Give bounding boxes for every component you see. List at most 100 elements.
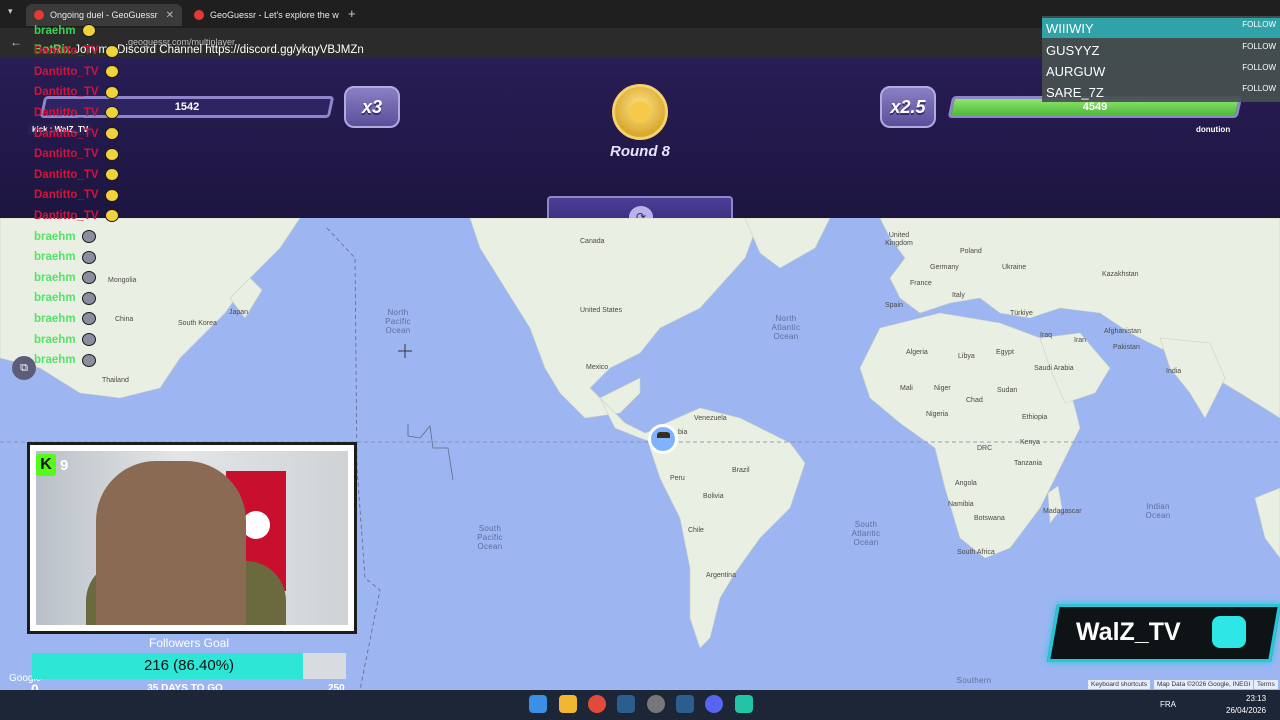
settings-icon[interactable]: [647, 695, 665, 713]
chat-emote-icon: [104, 168, 119, 182]
follower-name: SARE_7Z: [1046, 85, 1104, 100]
chat-username: Dantitto_TV: [34, 189, 99, 202]
chat-username: Dantitto_TV: [34, 127, 99, 140]
country-label-chile: Chile: [688, 527, 704, 534]
country-label-germany: Germany: [930, 264, 959, 271]
tab-menu-icon[interactable]: ▾: [8, 6, 13, 17]
country-label-kazakhstan: Kazakhstan: [1102, 271, 1139, 278]
chat-line: Dantitto_TV: [34, 44, 119, 58]
country-label-afghanistan: Afghanistan: [1104, 328, 1141, 335]
country-label-tanzania: Tanzania: [1014, 460, 1043, 467]
country-label-peru: Peru: [670, 475, 685, 482]
tab-label: GeoGuessr - Let's explore the w: [210, 10, 339, 20]
madagascar-landmass: [1047, 485, 1063, 524]
country-label-niger: Niger: [934, 385, 951, 392]
chat-line: braehm: [34, 271, 96, 285]
chat-username: braehm: [34, 24, 76, 37]
chat-emote-icon: [104, 44, 119, 58]
country-label-united-states: United States: [580, 307, 623, 314]
back-icon[interactable]: ←: [10, 35, 22, 49]
clock-date[interactable]: 26/04/2026: [1226, 706, 1266, 715]
country-label-mongolia: Mongolia: [108, 277, 137, 284]
chat-line: Dantitto_TV: [34, 188, 119, 202]
country-label-egypt: Egypt: [996, 349, 1014, 356]
chat-emote-icon: [81, 333, 96, 346]
chat-emote-icon: [81, 230, 96, 243]
country-label-thailand: Thailand: [102, 377, 129, 384]
chat-emote-icon: [81, 24, 96, 37]
follower-name: GUSYYZ: [1046, 43, 1100, 58]
left-damage-multiplier: x3: [344, 86, 400, 128]
country-label-japan: Japan: [229, 309, 249, 316]
north-america-landmass: [469, 218, 761, 419]
country-label-venezuela: Venezuela: [694, 415, 727, 422]
tab-geoguessr-explore[interactable]: GeoGuessr - Let's explore the w ✕: [186, 4, 342, 26]
discord-taskbar-icon[interactable]: [705, 695, 723, 713]
chat-emote-icon: [104, 106, 119, 120]
country-label-madagascar: Madagascar: [1043, 508, 1082, 515]
chat-line: braehm: [34, 250, 96, 264]
country-label-libya: Libya: [958, 353, 975, 360]
country-label-drc: DRC: [977, 445, 993, 452]
chat-line: Dantitto_TV: [34, 85, 119, 99]
ocean-label-south-atlantic: South Atlantic Ocean: [851, 520, 881, 547]
country-label-mexico: Mexico: [586, 364, 609, 371]
ocean-label-north-atlantic: North Atlantic Ocean: [771, 314, 801, 341]
follower-name: AURGUW: [1046, 64, 1106, 79]
streamer-figure: [96, 461, 246, 625]
chat-line: braehm: [34, 353, 96, 367]
country-label-india: India: [1166, 368, 1182, 375]
chat-emote-icon: [104, 85, 119, 99]
chrome-icon[interactable]: [588, 695, 606, 713]
tab-ongoing-duel[interactable]: Ongoing duel - GeoGuessr ✕: [26, 4, 182, 26]
country-label-poland: Poland: [960, 248, 982, 255]
chat-emote-icon: [104, 65, 119, 79]
map-layers-button[interactable]: ⧉: [12, 356, 36, 380]
file-explorer-icon[interactable]: [559, 695, 577, 713]
map-data-attribution: Map Data ©2026 Google, INEGI: [1154, 680, 1254, 689]
close-tab-icon[interactable]: ✕: [166, 10, 174, 21]
steam-icon[interactable]: [617, 695, 635, 713]
follow-label: FOLLOW: [1242, 84, 1276, 93]
follow-label: FOLLOW: [1242, 63, 1276, 72]
country-label-iraq: Iraq: [1040, 332, 1053, 339]
new-tab-icon[interactable]: +: [348, 6, 356, 21]
chat-username: Dantitto_TV: [34, 86, 99, 99]
country-label-chad: Chad: [966, 397, 983, 404]
tab-label: Ongoing duel - GeoGuessr: [50, 10, 158, 20]
chat-username: braehm: [34, 271, 76, 284]
chat-line: braehm: [34, 312, 96, 326]
keyboard-language[interactable]: FRA: [1160, 700, 1176, 709]
chat-username: braehm: [34, 251, 76, 264]
country-label-south-korea: South Korea: [178, 320, 217, 327]
chat-emote-icon: [81, 353, 96, 367]
clock-time[interactable]: 23:13: [1246, 694, 1266, 703]
chat-username: braehm: [34, 230, 76, 243]
keyboard-shortcuts-link[interactable]: Keyboard shortcuts: [1088, 680, 1151, 689]
country-label-turkiye: Türkiye: [1010, 310, 1033, 317]
country-label-canada: Canada: [580, 238, 605, 245]
country-label-pakistan: Pakistan: [1113, 344, 1140, 351]
app-icon[interactable]: [735, 695, 753, 713]
country-label-bolivia: Bolivia: [703, 493, 724, 500]
chat-line: Dantitto_TV: [34, 168, 119, 182]
webcam-frame: [27, 442, 357, 634]
country-label-china: China: [115, 316, 134, 323]
country-label-spain: Spain: [885, 302, 903, 309]
guess-location-marker-icon[interactable]: [648, 424, 678, 454]
round-label: Round 8: [610, 143, 670, 160]
steam-alt-icon[interactable]: [676, 695, 694, 713]
start-menu-icon[interactable]: [529, 695, 547, 713]
terms-link[interactable]: Terms: [1254, 680, 1278, 689]
chat-emote-icon: [81, 312, 96, 326]
chat-username: braehm: [34, 333, 76, 346]
kiribati-boundary: [407, 424, 454, 481]
windows-taskbar: [0, 690, 1280, 720]
chat-emote-icon: [81, 271, 96, 285]
chat-username: Dantitto_TV: [34, 168, 99, 181]
follower-row: SARE_7Z FOLLOW: [1042, 82, 1280, 102]
follower-row: AURGUW FOLLOW: [1042, 61, 1280, 81]
country-label-saudi-arabia: Saudi Arabia: [1034, 365, 1074, 372]
country-label-algeria: Algeria: [906, 349, 928, 356]
follower-row: GUSYYZ FOLLOW: [1042, 40, 1280, 60]
